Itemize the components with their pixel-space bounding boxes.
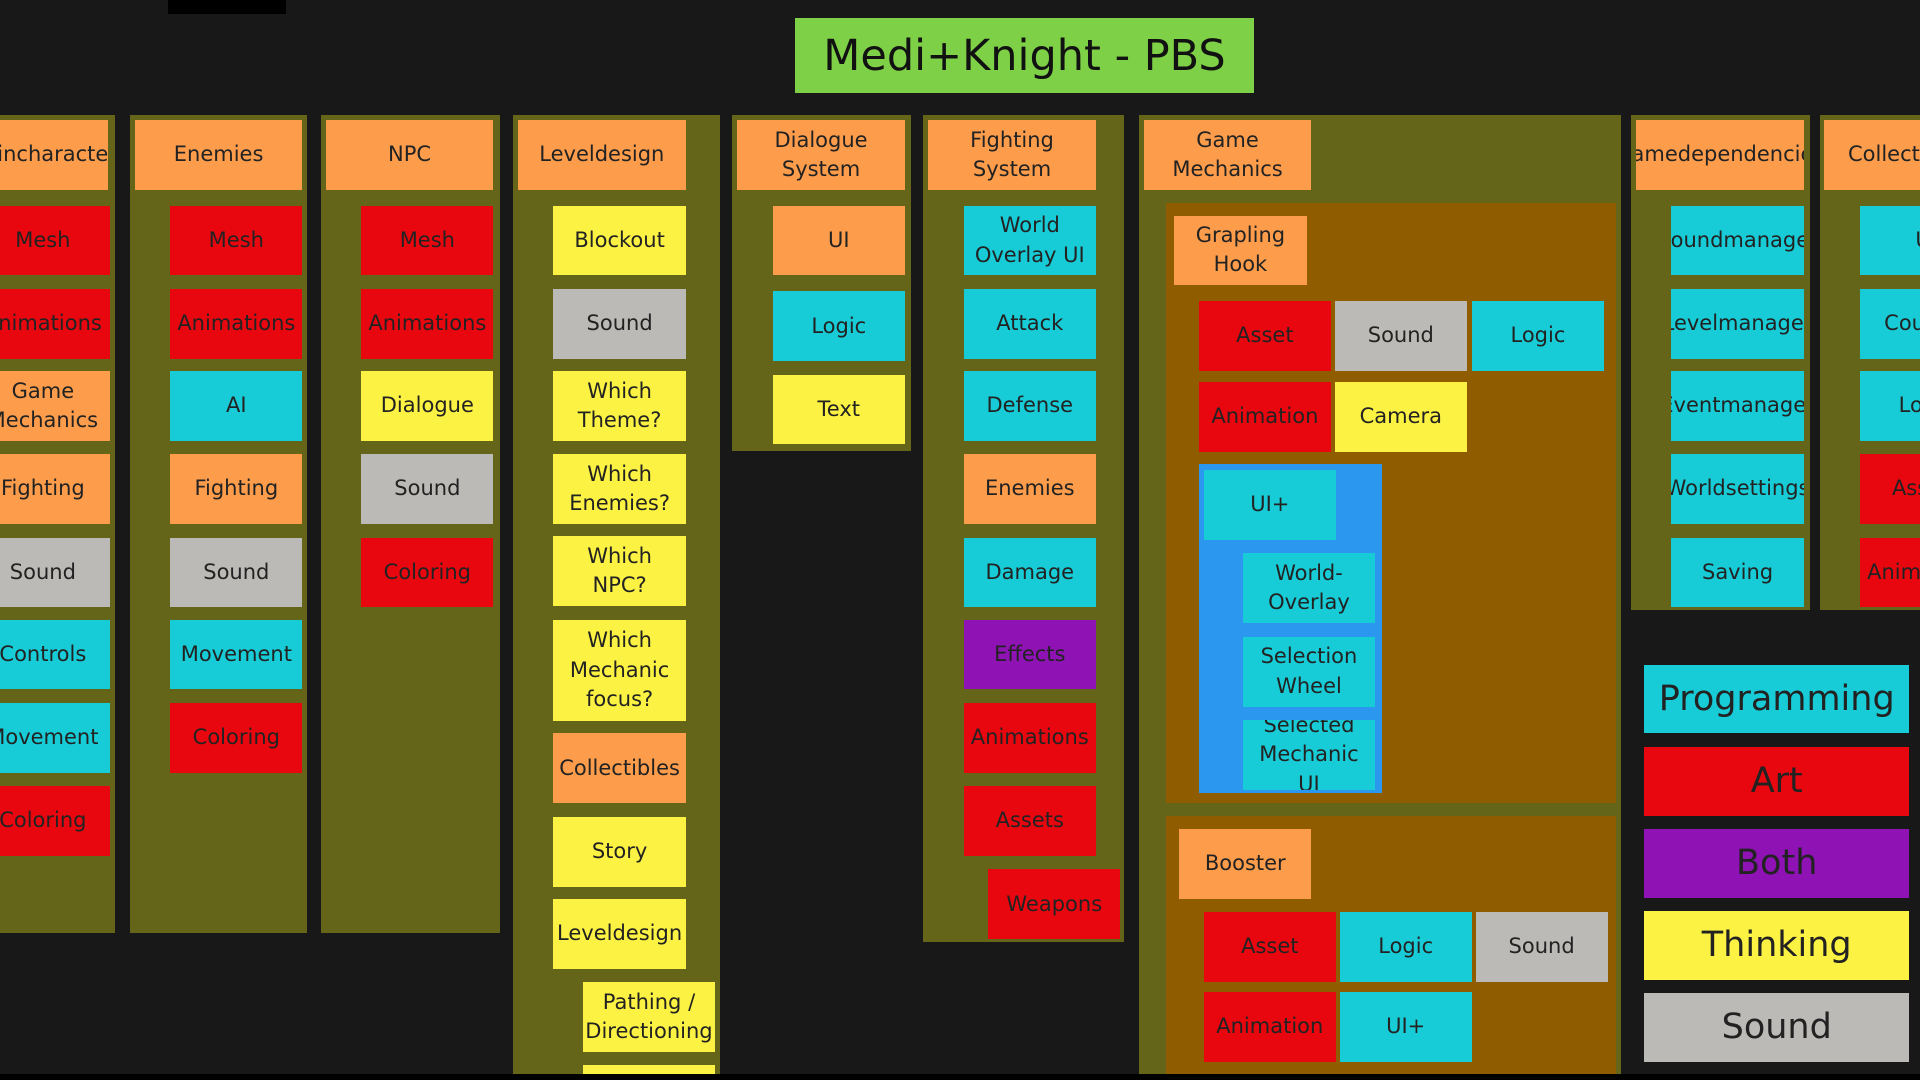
column-header-enemies[interactable]: Enemies xyxy=(134,120,303,190)
card-fighting-system-1[interactable]: Attack xyxy=(963,288,1096,359)
group-header-ui-plus[interactable]: UI+ xyxy=(1203,470,1336,540)
card-collectibles-4[interactable]: Animations xyxy=(1860,537,1920,608)
card-grapling-hook-2[interactable]: Logic xyxy=(1471,301,1605,371)
card-fighting-system-3[interactable]: Enemies xyxy=(963,454,1096,525)
column-header-gamedependencies[interactable]: Gamedependencies xyxy=(1635,120,1804,190)
card-collectibles-1[interactable]: Counter xyxy=(1860,288,1920,359)
card-leveldesign-3[interactable]: Which Enemies? xyxy=(553,454,686,525)
card-maincharacter-6[interactable]: Movement xyxy=(0,702,111,773)
card-maincharacter-2[interactable]: Game Mechanics xyxy=(0,371,111,441)
card-leveldesign-1[interactable]: Sound xyxy=(553,288,686,359)
column-header-fighting-system[interactable]: Fighting System xyxy=(928,120,1096,190)
legend-programming: Programming xyxy=(1644,664,1909,734)
card-npc-3[interactable]: Sound xyxy=(361,454,494,525)
card-booster-2[interactable]: Sound xyxy=(1475,912,1608,983)
card-gamedependencies-2[interactable]: Eventmanager xyxy=(1671,371,1804,441)
card-fighting-system-2[interactable]: Defense xyxy=(963,371,1096,441)
card-fighting-system-7[interactable]: Assets xyxy=(963,786,1096,856)
card-maincharacter-7[interactable]: Coloring xyxy=(0,786,111,856)
pbs-board: Maincharacter Mesh Animations Game Mechanic… xyxy=(0,0,1920,1080)
bottom-bar xyxy=(0,1074,1920,1080)
card-fighting-system-8[interactable]: Weapons xyxy=(988,869,1121,940)
column-header-leveldesign[interactable]: Leveldesign xyxy=(517,120,686,190)
card-maincharacter-3[interactable]: Fighting xyxy=(0,454,111,525)
board-title[interactable]: Medi+Knight - PBS xyxy=(795,18,1254,93)
top-bar xyxy=(168,0,286,14)
card-enemies-0[interactable]: Mesh xyxy=(170,205,303,276)
card-enemies-2[interactable]: AI xyxy=(170,371,303,441)
card-booster-0[interactable]: Asset xyxy=(1203,912,1336,983)
card-booster-4[interactable]: UI+ xyxy=(1339,991,1472,1062)
card-collectibles-2[interactable]: Logic xyxy=(1860,371,1920,441)
card-dialogue-system-1[interactable]: Logic xyxy=(772,291,905,362)
card-dialogue-system-2[interactable]: Text xyxy=(772,374,905,445)
card-fighting-system-6[interactable]: Animations xyxy=(963,702,1096,773)
card-leveldesign-6[interactable]: Collectibles xyxy=(553,733,686,804)
card-fighting-system-4[interactable]: Damage xyxy=(963,537,1096,608)
card-leveldesign-4[interactable]: Which NPC? xyxy=(553,536,686,607)
card-enemies-6[interactable]: Coloring xyxy=(170,702,303,773)
card-maincharacter-5[interactable]: Controls xyxy=(0,619,111,690)
card-booster-1[interactable]: Logic xyxy=(1339,912,1472,983)
group-header-grapling-hook[interactable]: Grapling Hook xyxy=(1174,215,1307,286)
card-gamedependencies-3[interactable]: Worldsettings xyxy=(1671,454,1804,525)
card-fighting-system-5[interactable]: Effects xyxy=(963,619,1096,690)
card-ui-plus-1[interactable]: Selection Wheel xyxy=(1242,636,1376,707)
card-npc-0[interactable]: Mesh xyxy=(361,205,494,276)
card-maincharacter-0[interactable]: Mesh xyxy=(0,205,111,276)
card-dialogue-system-0[interactable]: UI xyxy=(772,205,905,276)
card-enemies-1[interactable]: Animations xyxy=(170,288,303,359)
card-booster-3[interactable]: Animation xyxy=(1203,991,1336,1062)
card-ui-plus-2[interactable]: Selected Mechanic UI xyxy=(1242,720,1376,790)
card-leveldesign-7[interactable]: Story xyxy=(553,816,686,887)
column-header-collectibles[interactable]: Collectibles xyxy=(1824,120,1920,190)
card-leveldesign-2[interactable]: Which Theme? xyxy=(553,371,686,441)
column-header-game-mechanics[interactable]: Game Mechanics xyxy=(1143,120,1312,190)
column-header-maincharacter[interactable]: Maincharacter xyxy=(0,120,108,190)
card-leveldesign-8[interactable]: Leveldesign xyxy=(553,898,686,969)
card-gamedependencies-4[interactable]: Saving xyxy=(1671,537,1804,608)
card-fighting-system-0[interactable]: World Overlay UI xyxy=(963,205,1096,276)
card-enemies-4[interactable]: Sound xyxy=(170,537,303,608)
card-npc-2[interactable]: Dialogue xyxy=(361,371,494,441)
card-npc-1[interactable]: Animations xyxy=(361,288,494,359)
card-maincharacter-4[interactable]: Sound xyxy=(0,537,111,608)
card-collectibles-0[interactable]: UI xyxy=(1860,205,1920,276)
card-npc-4[interactable]: Coloring xyxy=(361,537,494,608)
legend-sound: Sound xyxy=(1644,993,1909,1062)
card-ui-plus-0[interactable]: World-Overlay xyxy=(1242,553,1376,624)
card-enemies-3[interactable]: Fighting xyxy=(170,454,303,525)
card-grapling-hook-4[interactable]: Camera xyxy=(1334,382,1467,452)
card-grapling-hook-3[interactable]: Animation xyxy=(1198,382,1331,452)
group-header-booster[interactable]: Booster xyxy=(1179,828,1312,899)
card-leveldesign-5[interactable]: Which Mechanic focus? xyxy=(553,619,686,722)
card-enemies-5[interactable]: Movement xyxy=(170,619,303,690)
legend-thinking: Thinking xyxy=(1644,911,1909,980)
column-header-npc[interactable]: NPC xyxy=(325,120,494,190)
card-gamedependencies-1[interactable]: Levelmanager xyxy=(1671,288,1804,359)
card-leveldesign-0[interactable]: Blockout xyxy=(553,205,686,276)
legend-both: Both xyxy=(1644,828,1909,898)
card-grapling-hook-1[interactable]: Sound xyxy=(1334,301,1467,371)
column-header-dialogue-system[interactable]: Dialogue System xyxy=(737,120,905,190)
card-collectibles-3[interactable]: Assets xyxy=(1860,454,1920,525)
legend-art: Art xyxy=(1644,746,1909,816)
card-grapling-hook-0[interactable]: Asset xyxy=(1198,301,1331,371)
card-leveldesign-9[interactable]: Pathing / Directioning xyxy=(582,982,716,1052)
card-maincharacter-1[interactable]: Animations xyxy=(0,288,111,359)
card-gamedependencies-0[interactable]: Soundmanager xyxy=(1671,205,1804,276)
